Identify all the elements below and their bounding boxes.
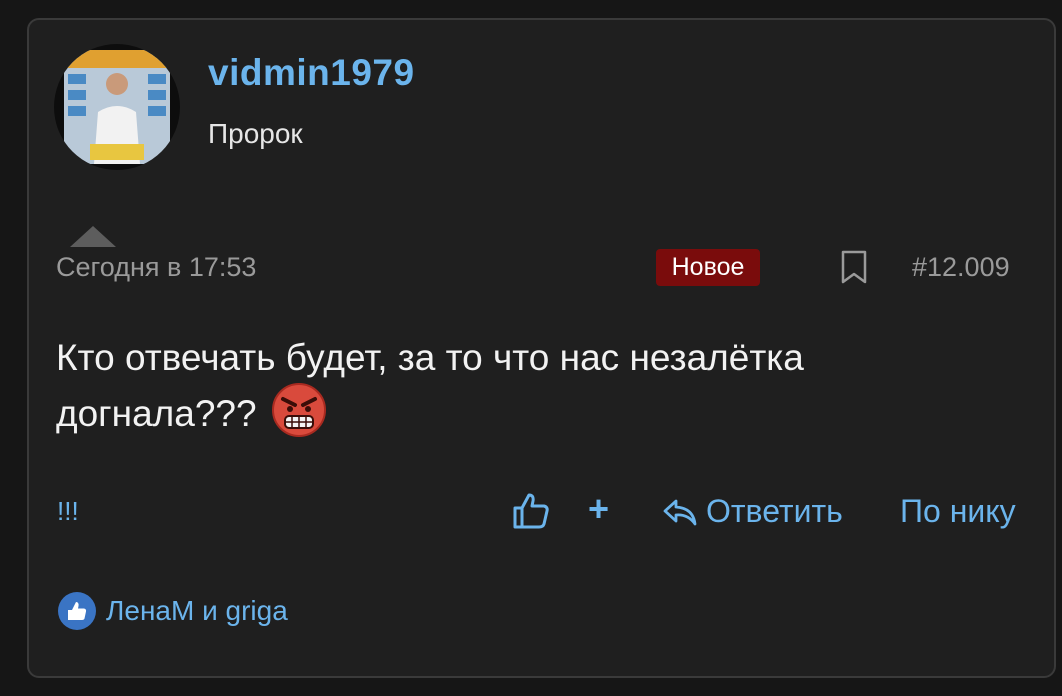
reply-label: Ответить (706, 493, 843, 529)
reply-button[interactable]: Ответить (662, 493, 843, 530)
like-badge-icon (58, 592, 96, 630)
angry-face-emoji (271, 382, 327, 438)
bookmark-icon[interactable] (840, 250, 868, 284)
liked-by-text[interactable]: ЛенаМ и griga (106, 595, 288, 627)
post-date[interactable]: Сегодня в 17:53 (56, 252, 256, 283)
avatar[interactable] (54, 44, 180, 170)
author-username[interactable]: vidmin1979 (208, 52, 415, 94)
reply-arrow-icon (663, 499, 697, 525)
plus-button[interactable]: + (588, 488, 609, 530)
post-number[interactable]: #12.009 (912, 252, 1010, 283)
by-nick-button[interactable]: По нику (900, 493, 1016, 530)
post-body-text: Кто отвечать будет, за то что нас незалё… (56, 337, 804, 434)
post-body: Кто отвечать будет, за то что нас незалё… (56, 330, 956, 442)
reactions-link[interactable]: !!! (57, 496, 79, 527)
caret-up-icon (70, 226, 116, 247)
new-badge: Новое (656, 249, 760, 286)
thumbs-up-icon[interactable] (512, 492, 550, 530)
author-title: Пророк (208, 118, 303, 149)
liked-by-row[interactable]: ЛенаМ и griga (58, 592, 288, 630)
